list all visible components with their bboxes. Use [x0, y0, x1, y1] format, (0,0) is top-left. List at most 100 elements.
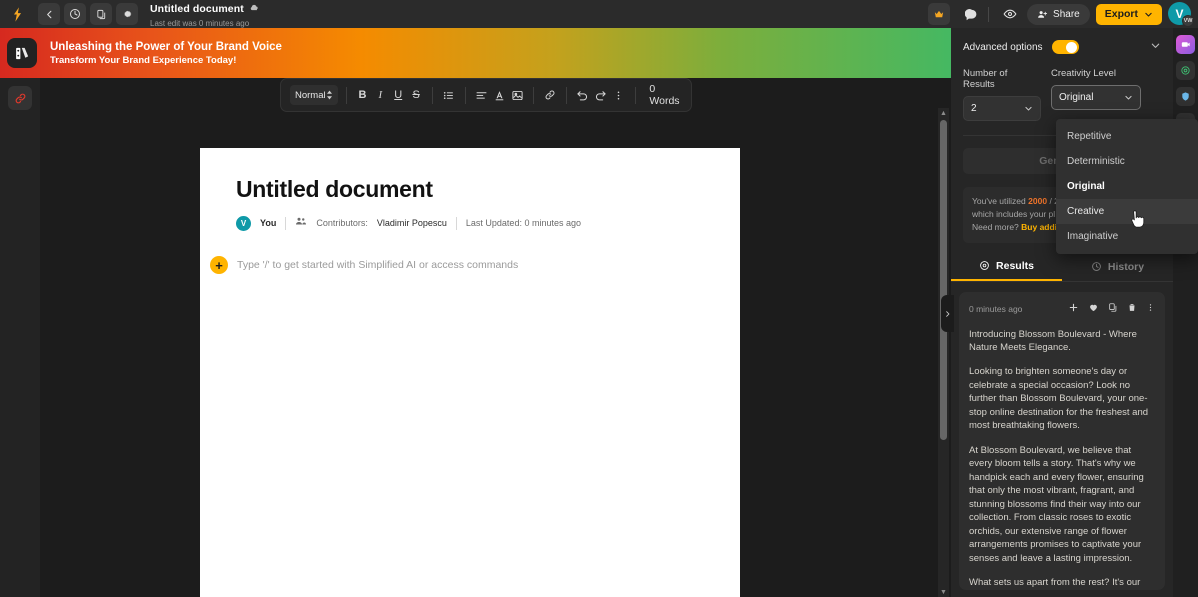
underline-button[interactable]: U	[390, 86, 406, 105]
owner-label: You	[260, 218, 277, 228]
advanced-options-label: Advanced options	[963, 41, 1043, 53]
results-icon	[980, 261, 989, 270]
tab-results[interactable]: Results	[951, 253, 1062, 281]
align-button[interactable]	[474, 86, 490, 105]
left-rail	[0, 78, 40, 597]
buy-additional-link[interactable]: Buy addit	[1021, 222, 1060, 232]
add-block-button[interactable]: +	[210, 256, 228, 274]
advanced-options-toggle[interactable]	[1051, 40, 1079, 54]
italic-button[interactable]: I	[372, 86, 388, 105]
toolbar-divider	[464, 86, 466, 104]
dropdown-option-imaginative[interactable]: Imaginative	[1056, 224, 1198, 249]
export-button[interactable]: Export	[1095, 3, 1162, 25]
editor-placeholder[interactable]: Type '/' to get started with Simplified …	[237, 259, 518, 271]
more-icon[interactable]	[1146, 300, 1155, 318]
link-chain-icon[interactable]	[8, 86, 32, 110]
crown-icon[interactable]	[928, 3, 951, 25]
copy-icon[interactable]	[1108, 300, 1118, 318]
document-meta: Untitled document Last edit was 0 minute…	[150, 0, 259, 28]
bold-button[interactable]: B	[355, 86, 371, 105]
more-options-button[interactable]	[611, 86, 627, 105]
advanced-options-row: Advanced options	[963, 40, 1161, 54]
dropdown-option-deterministic[interactable]: Deterministic	[1056, 149, 1198, 174]
insert-image-button[interactable]	[509, 86, 525, 105]
dropdown-option-repetitive[interactable]: Repetitive	[1056, 124, 1198, 149]
toolbar-divider	[432, 86, 433, 104]
banner-text: Unleashing the Power of Your Brand Voice…	[50, 41, 282, 66]
brand-voice-palette-icon	[7, 38, 37, 68]
undo-button[interactable]	[575, 86, 591, 105]
word-count-label: 0 Words	[649, 83, 680, 107]
bulleted-list-button[interactable]	[441, 86, 457, 105]
result-paragraph: What sets us apart from the rest? It's o…	[969, 577, 1141, 589]
tab-history[interactable]: History	[1062, 253, 1173, 281]
dropdown-option-original[interactable]: Original	[1056, 174, 1198, 199]
strikethrough-button[interactable]: S	[408, 86, 424, 105]
insert-link-button[interactable]	[542, 86, 558, 105]
editor-scrollbar[interactable]: ▲ ▼	[938, 108, 949, 597]
version-history-button[interactable]	[64, 3, 86, 25]
usage-used: 2000	[1028, 196, 1048, 206]
number-of-results-label: Number of Results	[963, 68, 1008, 90]
redo-button[interactable]	[593, 86, 609, 105]
delete-icon[interactable]	[1127, 300, 1137, 318]
creativity-level-select[interactable]: Original	[1051, 85, 1141, 110]
creativity-level-dropdown[interactable]: Repetitive Deterministic Original Creati…	[1056, 119, 1198, 254]
insert-icon[interactable]	[1068, 300, 1079, 318]
result-paragraph: At Blossom Boulevard, we believe that ev…	[969, 444, 1144, 564]
target-icon[interactable]	[1176, 61, 1195, 80]
avatar[interactable]: V VW	[1168, 2, 1194, 27]
scrollbar-thumb[interactable]	[940, 120, 947, 440]
result-paragraph: Looking to brighten someone's day or cel…	[969, 366, 1149, 432]
advanced-fields: Number of Results 2 Creativity Level Ori…	[963, 68, 1161, 121]
number-of-results-select[interactable]: 2	[963, 96, 1041, 121]
byline-divider	[285, 216, 287, 230]
document-page[interactable]: Untitled document V You Contributors: Vl…	[200, 148, 740, 597]
result-card[interactable]: 0 minutes ago Introducing Blossom Boulev…	[959, 291, 1165, 590]
paragraph-style-value: Normal	[295, 89, 326, 101]
banner-title: Unleashing the Power of Your Brand Voice	[50, 40, 282, 53]
contributor-name: Vladimir Popescu	[376, 218, 447, 228]
history-clock-icon	[1092, 262, 1101, 271]
back-button[interactable]	[38, 3, 60, 25]
settings-button[interactable]	[116, 3, 138, 25]
share-label: Share	[1053, 8, 1080, 20]
panel-tabs: Results History	[951, 253, 1173, 282]
result-text: Introducing Blossom Boulevard - Where Na…	[969, 328, 1155, 590]
editor-first-line[interactable]: + Type '/' to get started with Simplifie…	[210, 256, 704, 274]
ai-assistant-icon[interactable]	[1176, 35, 1195, 54]
chevron-updown-icon	[326, 90, 332, 100]
favorite-heart-icon[interactable]	[1088, 300, 1099, 318]
cloud-saved-icon	[249, 0, 259, 18]
simplified-logo-icon[interactable]	[0, 0, 34, 28]
collapse-panel-button[interactable]	[941, 295, 954, 332]
panel-collapse-chevron-icon[interactable]	[1150, 40, 1161, 54]
document-title[interactable]: Untitled document	[150, 3, 244, 15]
toolbar-divider	[345, 86, 347, 104]
toolbar-divider	[566, 86, 567, 104]
share-button[interactable]: Share	[1027, 3, 1090, 25]
owner-avatar: V	[236, 215, 251, 231]
toolbar-divider	[533, 86, 535, 104]
app-root: Untitled document Last edit was 0 minute…	[0, 0, 1198, 597]
page-title[interactable]: Untitled document	[236, 176, 704, 203]
scroll-up-icon[interactable]: ▲	[938, 108, 949, 118]
toolbar-divider	[634, 86, 636, 104]
result-paragraph: Introducing Blossom Boulevard - Where Na…	[969, 328, 1137, 353]
scroll-down-icon[interactable]: ▼	[938, 587, 949, 597]
right-icon-rail	[1173, 28, 1198, 597]
chevron-down-icon	[1125, 95, 1132, 100]
paragraph-style-select[interactable]: Normal	[290, 85, 338, 105]
shield-icon[interactable]	[1176, 87, 1195, 106]
text-color-button[interactable]	[492, 86, 508, 105]
editor-area: Normal B I U S 0 Words Untitled document…	[40, 78, 937, 597]
comment-icon[interactable]	[960, 3, 982, 25]
creativity-level-field: Creativity Level Original	[1051, 68, 1141, 121]
toggle-knob	[1066, 41, 1078, 53]
creativity-level-value: Original	[1059, 92, 1094, 103]
duplicate-document-button[interactable]	[90, 3, 112, 25]
top-header: Untitled document Last edit was 0 minute…	[0, 0, 1198, 28]
editor-toolbar: Normal B I U S 0 Words	[280, 78, 692, 112]
preview-eye-icon[interactable]	[999, 3, 1021, 25]
dropdown-option-creative[interactable]: Creative	[1056, 199, 1198, 224]
